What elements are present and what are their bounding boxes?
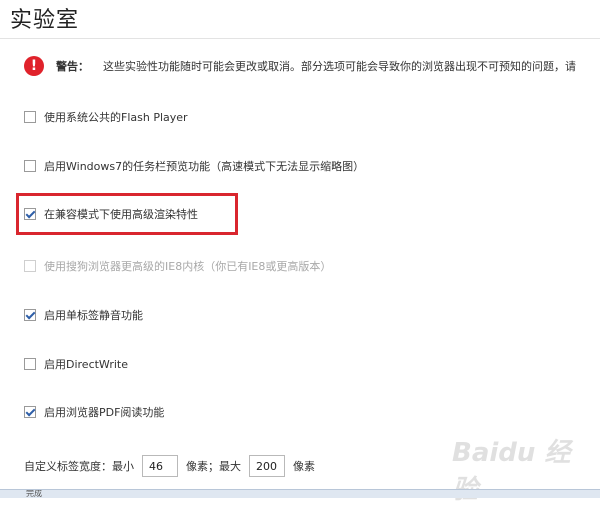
checkbox <box>24 260 36 272</box>
unit-label: 像素 <box>293 460 315 473</box>
page-title: 实验室 <box>10 8 80 33</box>
warning-text: 这些实验性功能随时可能会更改或取消。部分选项可能会导致你的浏览器出现不可预知的问… <box>103 60 576 73</box>
highlight-box <box>16 193 238 235</box>
option-directwrite[interactable]: 启用DirectWrite <box>24 355 128 373</box>
option-label: 启用浏览器PDF阅读功能 <box>44 406 165 419</box>
option-ie8-kernel: 使用搜狗浏览器更高级的IE8内核（你已有IE8或更高版本） <box>24 257 331 275</box>
title-divider <box>0 38 600 39</box>
min-width-input[interactable] <box>142 455 178 477</box>
option-label: 使用搜狗浏览器更高级的IE8内核（你已有IE8或更高版本） <box>44 260 332 273</box>
checkbox[interactable] <box>24 358 36 370</box>
tab-width-label: 自定义标签宽度： <box>24 460 112 473</box>
option-label: 启用单标签静音功能 <box>44 309 143 322</box>
option-label: 启用Windows7的任务栏预览功能（高速模式下无法显示缩略图） <box>44 160 365 173</box>
checkbox[interactable] <box>24 406 36 418</box>
warning-label: 警告： <box>56 60 89 73</box>
tab-width-setting: 自定义标签宽度： 最小 像素；最大 像素 <box>24 454 315 478</box>
checkbox[interactable] <box>24 160 36 172</box>
option-tab-mute[interactable]: 启用单标签静音功能 <box>24 306 143 324</box>
watermark-logo: Baidu 经验 <box>452 438 571 505</box>
max-width-input[interactable] <box>249 455 285 477</box>
checkbox[interactable] <box>24 309 36 321</box>
option-flash-player[interactable]: 使用系统公共的Flash Player <box>24 108 188 126</box>
option-label: 启用DirectWrite <box>44 358 128 371</box>
option-pdf-reader[interactable]: 启用浏览器PDF阅读功能 <box>24 403 164 421</box>
option-taskbar-preview[interactable]: 启用Windows7的任务栏预览功能（高速模式下无法显示缩略图） <box>24 157 364 175</box>
max-label: 像素；最大 <box>186 460 241 473</box>
option-label: 使用系统公共的Flash Player <box>44 111 188 124</box>
exclamation-icon: ! <box>24 56 44 76</box>
checkbox[interactable] <box>24 111 36 123</box>
min-label: 最小 <box>112 460 134 473</box>
warning-banner: ! 警告： 这些实验性功能随时可能会更改或取消。部分选项可能会导致你的浏览器出现… <box>24 54 576 78</box>
